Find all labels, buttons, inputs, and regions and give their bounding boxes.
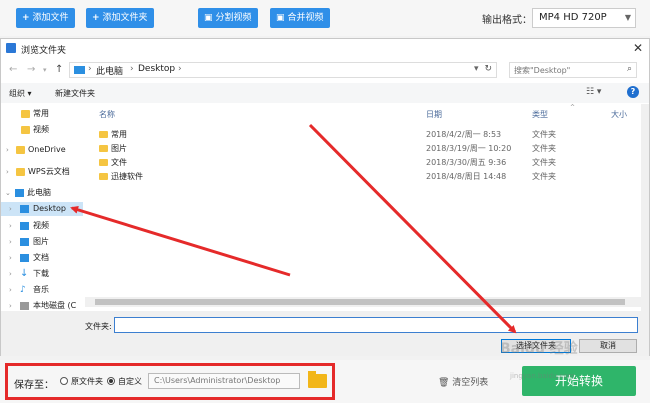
desktop-icon [20, 205, 29, 213]
tree-item-downloads[interactable]: › ↓ 下载 [1, 267, 83, 281]
file-row[interactable]: 常用 2018/4/2/周一 8:53 文件夹 [85, 128, 625, 141]
folder-icon [16, 168, 25, 176]
tree-item-music[interactable]: › ♪ 音乐 [1, 283, 83, 297]
column-header-date[interactable]: 日期 [426, 109, 442, 120]
chevron-right-icon[interactable]: › [9, 219, 12, 233]
address-bar[interactable]: › 此电脑 › Desktop › ▾ ↻ [69, 62, 497, 78]
folder-icon [21, 110, 30, 118]
highlight-box [5, 363, 335, 400]
folder-icon [99, 173, 108, 180]
navigation-bar: ← → ▾ ↑ › 此电脑 › Desktop › ▾ ↻ 搜索"Desktop… [1, 59, 649, 81]
search-placeholder: 搜索"Desktop" [514, 66, 571, 75]
forward-icon[interactable]: → [27, 64, 35, 75]
breadcrumb-desktop[interactable]: Desktop [138, 64, 175, 74]
chevron-right-icon[interactable]: › [9, 251, 12, 265]
file-row[interactable]: 图片 2018/3/19/周一 10:20 文件夹 [85, 142, 625, 155]
download-icon: ↓ [20, 268, 29, 279]
format-label: 输出格式： [482, 15, 532, 26]
horizontal-scrollbar[interactable] [85, 297, 641, 307]
folder-icon [99, 159, 108, 166]
tree-item-wps-cloud[interactable]: › WPS云文档 [1, 165, 83, 179]
chevron-down-icon[interactable]: ⌄ [5, 186, 11, 200]
chevron-down-icon[interactable]: ▾ [474, 64, 479, 74]
back-icon[interactable]: ← [9, 64, 17, 75]
help-icon[interactable]: ? [627, 86, 639, 98]
folder-label: 文件夹: [85, 322, 112, 331]
watermark-url: jingyan.baidu.com [510, 372, 575, 380]
start-convert-button[interactable]: 开始转换 [522, 366, 636, 396]
command-bar: 组织 ▾ 新建文件夹 ☷ ▾ ? [1, 83, 649, 103]
plus-icon: + [92, 13, 100, 23]
column-header-size[interactable]: 大小 [611, 109, 627, 120]
folder-icon [99, 145, 108, 152]
chevron-right-icon[interactable]: › [6, 143, 9, 157]
clear-list-button[interactable]: 🗑 清空列表 [438, 375, 488, 388]
folder-icon [21, 126, 30, 134]
column-header-name[interactable]: 名称 [99, 109, 115, 120]
sort-up-icon: ^ [570, 104, 576, 111]
format-select[interactable]: MP4 HD 720P ▼ [532, 8, 636, 28]
up-icon[interactable]: ↑ [55, 64, 63, 75]
computer-icon [15, 189, 24, 197]
refresh-icon[interactable]: ↻ [484, 64, 492, 74]
pictures-icon [20, 238, 29, 246]
dropdown-arrow-icon: ▼ [624, 13, 631, 22]
tree-item-documents[interactable]: › 文档 [1, 251, 83, 265]
chevron-right-icon[interactable]: › [6, 165, 9, 179]
merge-icon: ▣ [276, 13, 285, 23]
dialog-icon [6, 43, 16, 53]
tree-item-pictures[interactable]: › 图片 [1, 235, 83, 249]
tree-item-favorites[interactable]: 常用 [1, 107, 83, 121]
music-icon: ♪ [20, 285, 26, 295]
organize-button[interactable]: 组织 ▾ [9, 88, 32, 99]
split-icon: ▣ [204, 13, 213, 23]
video-icon [20, 222, 29, 230]
chevron-right-icon[interactable]: › [9, 202, 12, 216]
add-folder-button[interactable]: + 添加文件夹 [86, 8, 154, 28]
watermark: Baidu 经验 [500, 341, 578, 357]
scrollbar-thumb[interactable] [95, 299, 625, 305]
view-options-icon[interactable]: ☷ ▾ [586, 87, 601, 97]
file-row[interactable]: 文件 2018/3/30/周五 9:36 文件夹 [85, 156, 625, 169]
plus-icon: + [22, 13, 30, 23]
split-video-button[interactable]: ▣ 分割视频 [198, 8, 258, 28]
navigation-tree: 常用 视频 › OneDrive › WPS云文档 ⌄ 此电脑 › Desktop › 视… [1, 104, 83, 312]
column-header-type[interactable]: 类型 [532, 109, 548, 120]
chevron-right-icon[interactable]: › [9, 235, 12, 249]
dialog-titlebar: 浏览文件夹 ✕ [1, 39, 649, 59]
documents-icon [20, 254, 29, 262]
search-icon: ⌕ [626, 64, 632, 74]
tree-item-desktop[interactable]: › Desktop [1, 202, 83, 216]
add-file-button[interactable]: + 添加文件 [16, 8, 75, 28]
new-folder-button[interactable]: 新建文件夹 [55, 88, 95, 99]
chevron-right-icon[interactable]: › [9, 267, 12, 281]
folder-icon [99, 131, 108, 138]
dialog-title: 浏览文件夹 [21, 46, 67, 56]
folder-input[interactable] [114, 317, 638, 333]
tree-item-this-pc[interactable]: ⌄ 此电脑 [1, 186, 83, 200]
file-row[interactable]: 迅捷软件 2018/4/8/周日 14:48 文件夹 [85, 170, 625, 183]
file-list: 名称 日期 类型 大小 ^ 常用 2018/4/2/周一 8:53 文件夹 图片 20… [85, 104, 641, 312]
tree-item-onedrive[interactable]: › OneDrive [1, 143, 83, 157]
app-toolbar: + 添加文件 + 添加文件夹 ▣ 分割视频 ▣ 合并视频 输出格式： MP4 HD 72… [0, 0, 650, 36]
close-icon[interactable]: ✕ [633, 41, 643, 55]
chevron-down-icon[interactable]: ▾ [43, 66, 47, 74]
folder-icon [16, 146, 25, 154]
breadcrumb-this-pc[interactable]: 此电脑 [96, 64, 123, 77]
disk-icon [20, 302, 29, 310]
chevron-right-icon[interactable]: › [9, 283, 12, 297]
vertical-scrollbar[interactable] [641, 104, 649, 312]
cancel-button[interactable]: 取消 [579, 339, 637, 353]
trash-icon: 🗑 [438, 378, 453, 388]
search-box[interactable]: 搜索"Desktop" ⌕ [509, 62, 637, 78]
browse-folder-dialog: 浏览文件夹 ✕ ← → ▾ ↑ › 此电脑 › Desktop › ▾ ↻ 搜索… [0, 38, 650, 356]
tree-item-videos-pc[interactable]: › 视频 [1, 219, 83, 233]
tree-item-videos[interactable]: 视频 [1, 123, 83, 137]
computer-icon [74, 66, 85, 74]
merge-video-button[interactable]: ▣ 合并视频 [270, 8, 330, 28]
